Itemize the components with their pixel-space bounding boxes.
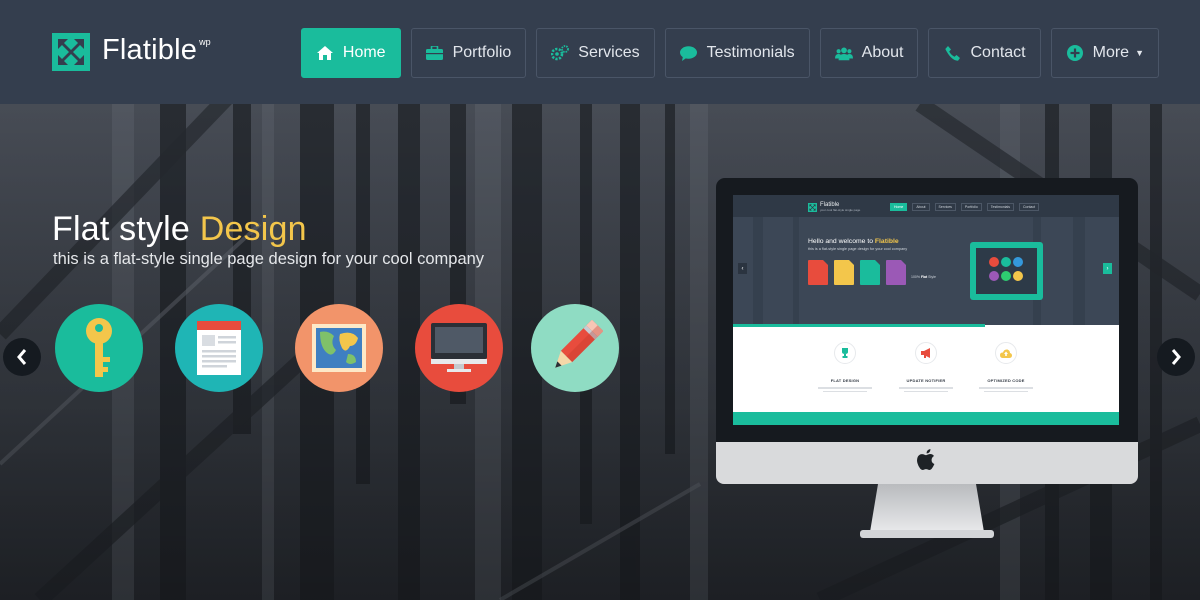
chevron-right-icon <box>1171 349 1181 365</box>
map-icon <box>295 304 383 392</box>
preview-nav-services: Services <box>934 203 956 211</box>
nav-testimonials-label: Testimonials <box>706 44 795 61</box>
nav-portfolio-label: Portfolio <box>452 44 512 61</box>
nav-more-label: More <box>1092 44 1130 61</box>
brand-name: Flatible <box>102 34 198 66</box>
preview-feature-optimized-code: OPTIMIZED CODE <box>966 342 1046 392</box>
preview-nav: Home About Services Portfolio Testimonia… <box>890 203 1040 211</box>
monitor-icon <box>415 304 503 392</box>
brand-superscript: wp <box>199 37 211 47</box>
preview-feature-update-notifier: UPDATE NOTIFIER <box>886 342 966 392</box>
phone-icon <box>943 44 961 62</box>
preview-feature-title: OPTIMIZED CODE <box>987 378 1025 383</box>
preview-logo: Flatible your cool flat-style single pag… <box>808 202 860 212</box>
pencil-icon <box>531 304 619 392</box>
slider-prev-button[interactable] <box>3 338 41 376</box>
preview-feature-flat-design: FLAT DESIGN <box>805 342 885 392</box>
site-preview-screen: Flatible your cool flat-style single pag… <box>733 195 1119 425</box>
nav-services-label: Services <box>578 44 640 61</box>
nav-about-label: About <box>861 44 904 61</box>
plus-circle-icon <box>1066 44 1084 62</box>
preview-nav-contact: Contact <box>1019 203 1040 211</box>
preview-hero: Flatible your cool flat-style single pag… <box>733 195 1119 325</box>
doc-icon <box>860 260 880 285</box>
nav-home-label: Home <box>342 44 386 61</box>
preview-flat-suffix: Style <box>927 275 936 279</box>
document-icon <box>175 304 263 392</box>
imac-stand <box>860 484 994 538</box>
preview-subtitle: this is a flat-style single page design … <box>808 247 908 251</box>
hero-subtitle: this is a flat-style single page design … <box>53 250 485 268</box>
cloud-upload-icon <box>995 342 1017 364</box>
preview-hello-text: Hello and welcome to <box>808 238 875 245</box>
nav-more-dropdown[interactable]: More ▼ <box>1050 28 1159 78</box>
preview-footer-bar <box>733 412 1119 425</box>
preview-next-icon: › <box>1103 263 1112 274</box>
main-nav: Home Portfolio Services Testimonials Abo… <box>300 28 1159 78</box>
megaphone-icon <box>915 342 937 364</box>
preview-tagline: your cool flat-style single page <box>820 208 861 212</box>
trophy-icon <box>834 342 856 364</box>
logo[interactable]: Flatible wp <box>52 33 211 71</box>
nav-services[interactable]: Services <box>536 28 655 78</box>
preview-feature-title: UPDATE NOTIFIER <box>906 378 946 383</box>
hero-title: Flat style Design <box>52 210 307 249</box>
doc-icon <box>886 260 906 285</box>
preview-progress-bar <box>733 324 985 327</box>
comment-icon <box>680 44 698 62</box>
site-header: Flatible wp Home Portfolio Services Test… <box>0 0 1200 104</box>
nav-home[interactable]: Home <box>300 28 401 78</box>
preview-hello: Hello and welcome to Flatible <box>808 238 899 245</box>
preview-hello-brand: Flatible <box>874 238 899 245</box>
preview-nav-home: Home <box>890 203 908 211</box>
doc-icon <box>808 260 828 285</box>
caret-down-icon: ▼ <box>1135 48 1144 58</box>
nav-contact[interactable]: Contact <box>928 28 1041 78</box>
chevron-left-icon <box>17 349 27 365</box>
nav-contact-label: Contact <box>970 44 1026 61</box>
key-icon <box>55 304 143 392</box>
users-icon <box>834 44 853 62</box>
flatible-logo-icon <box>52 33 90 71</box>
nav-testimonials[interactable]: Testimonials <box>664 28 810 78</box>
hero-title-accent: Design <box>199 210 307 248</box>
preview-flat-prefix: 100% <box>911 275 921 279</box>
preview-flat-style: 100% Flat Style <box>911 275 936 279</box>
preview-tablet-screen <box>976 248 1037 294</box>
preview-nav-portfolio: Portfolio <box>960 203 982 211</box>
preview-tablet <box>970 242 1043 300</box>
slider-next-button[interactable] <box>1157 338 1195 376</box>
preview-feature-title: FLAT DESIGN <box>830 378 860 383</box>
doc-icon <box>834 260 854 285</box>
home-icon <box>316 44 334 62</box>
preview-doc-icons <box>808 260 906 285</box>
preview-nav-about: About <box>912 203 930 211</box>
cogs-icon <box>551 44 570 62</box>
nav-portfolio[interactable]: Portfolio <box>410 28 527 78</box>
preview-nav-testimonials: Testimonials <box>986 203 1015 211</box>
hero-title-main: Flat style <box>52 210 200 248</box>
hero-slider: Flat style Design this is a flat-style s… <box>0 104 1200 600</box>
briefcase-icon <box>426 44 444 62</box>
nav-about[interactable]: About <box>819 28 919 78</box>
apple-logo-icon <box>917 449 935 470</box>
preview-prev-icon: ‹ <box>738 263 747 274</box>
